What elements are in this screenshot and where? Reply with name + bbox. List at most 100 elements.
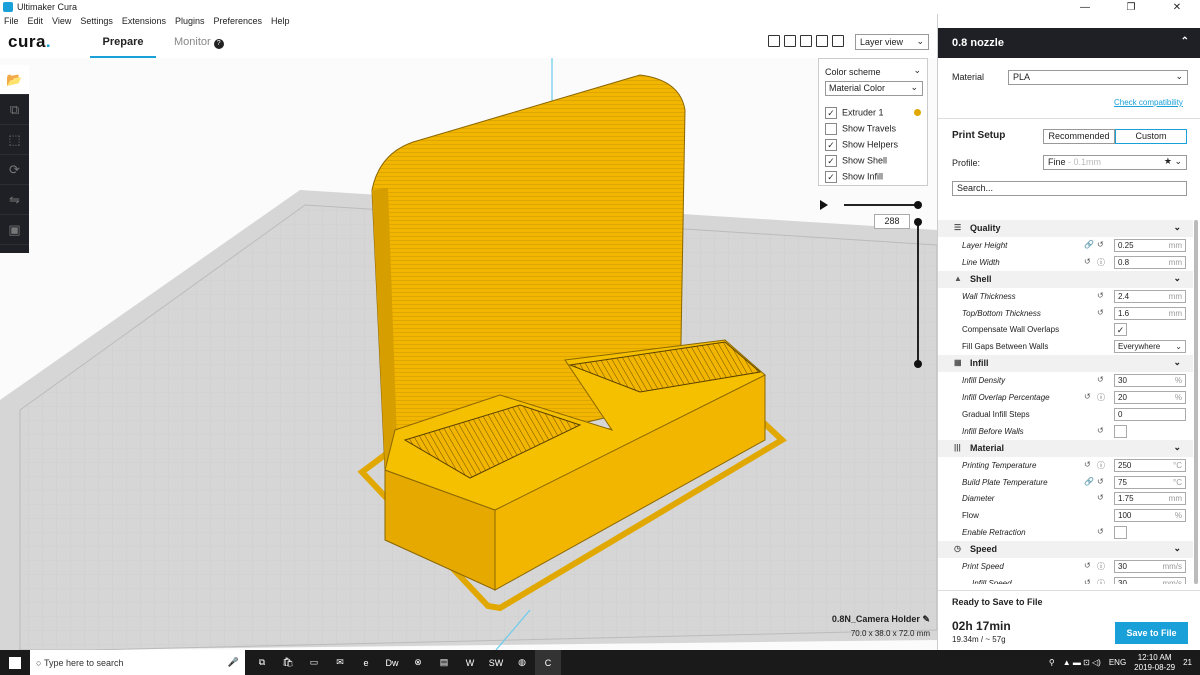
notification-icon[interactable]: 21 [1183,658,1192,667]
folder-icon[interactable]: ▤ [431,650,457,675]
setting-input[interactable]: 250 °C [1114,458,1186,472]
link-icon[interactable]: 🔗 [1084,477,1094,486]
setting-input[interactable]: 0.8 mm [1114,255,1186,269]
reset-icon[interactable]: ↺ [1084,561,1091,570]
setting-category-shell[interactable]: ▲ Shell ⌄ [938,270,1193,288]
checkbox[interactable] [825,123,837,135]
tray-icons[interactable]: ▲ ▬ ⊡ ◁) [1063,658,1101,667]
reset-icon[interactable]: ↺ [1097,426,1104,435]
layer-slider-bottom-handle[interactable] [914,360,922,368]
solidworks-icon[interactable]: SW [483,650,509,675]
setting-select[interactable]: Everywhere ⌄ [1114,340,1186,354]
close-button[interactable]: ✕ [1154,2,1200,13]
color-scheme-select[interactable]: Material Color ⌄ [825,81,923,96]
checkbox[interactable]: ✓ [825,139,837,151]
material-select[interactable]: PLA ⌄ [1008,70,1188,85]
reset-icon[interactable]: ↺ [1097,375,1104,384]
minimize-button[interactable]: — [1062,2,1108,13]
checkbox[interactable]: ✓ [825,155,837,167]
extruder-1-toggle[interactable]: ✓ Extruder 1 [825,107,884,119]
info-icon[interactable]: ⓘ [1097,257,1105,268]
reset-icon[interactable]: ↺ [1097,493,1104,502]
setting-category-material[interactable]: ||| Material ⌄ [938,439,1193,457]
info-icon[interactable]: ⓘ [1097,392,1105,403]
menu-settings[interactable]: Settings [80,16,113,26]
setting-checkbox[interactable]: ✓ [1114,323,1127,337]
layer-slider-track[interactable] [917,222,919,364]
show-travels-toggle[interactable]: Show Travels [825,123,896,135]
xbox-icon[interactable]: ⊗ [405,650,431,675]
profile-select[interactable]: Fine - 0.1mm ★ ⌄ [1043,155,1187,170]
info-icon[interactable]: ⓘ [1097,460,1105,471]
view-3d-icon[interactable] [768,35,780,47]
collapse-icon[interactable]: ⌄ [913,65,921,76]
check-compatibility-link[interactable]: Check compatibility [1114,98,1183,107]
word-icon[interactable]: W [457,650,483,675]
menu-edit[interactable]: Edit [28,16,44,26]
show-shell-toggle[interactable]: ✓ Show Shell [825,155,887,167]
setting-input[interactable]: 75 °C [1114,475,1186,489]
view-front-icon[interactable] [784,35,796,47]
reset-icon[interactable]: ↺ [1084,392,1091,401]
microphone-icon[interactable]: 🎤 [228,657,239,668]
checkbox[interactable]: ✓ [825,171,837,183]
view-right-icon[interactable] [832,35,844,47]
mail-icon[interactable]: ✉ [327,650,353,675]
show-helpers-toggle[interactable]: ✓ Show Helpers [825,139,898,151]
reset-icon[interactable]: ↺ [1097,291,1104,300]
setting-checkbox[interactable] [1114,424,1127,438]
reset-icon[interactable]: ↺ [1097,240,1104,249]
tab-prepare[interactable]: Prepare [90,36,156,58]
edit-icon[interactable]: ✎ [922,614,930,624]
support-blocker-icon[interactable]: ▣ [0,215,29,245]
current-layer-input[interactable]: 288 [874,214,910,229]
setting-category-speed[interactable]: ◷ Speed ⌄ [938,541,1193,559]
setting-input[interactable]: 0.25 mm [1114,238,1186,252]
menu-extensions[interactable]: Extensions [122,16,166,26]
path-slider-track[interactable] [844,204,918,206]
settings-scrollbar[interactable] [1194,220,1198,584]
windows-start-icon[interactable] [0,650,30,675]
path-slider-handle[interactable] [914,201,922,209]
reset-icon[interactable]: ↺ [1084,460,1091,469]
menu-preferences[interactable]: Preferences [213,16,262,26]
setting-category-quality[interactable]: ☰ Quality ⌄ [938,220,1193,237]
checkbox[interactable]: ✓ [825,107,837,119]
custom-button[interactable]: Custom [1115,129,1187,144]
store-icon[interactable]: 🛍 [275,650,301,675]
cura-taskbar-icon[interactable]: C [535,650,561,675]
tab-monitor[interactable]: Monitor ? [174,36,224,58]
show-infill-toggle[interactable]: ✓ Show Infill [825,171,883,183]
link-icon[interactable]: 🔗 [1084,240,1094,249]
save-to-file-button[interactable]: Save to File [1115,622,1188,644]
reset-icon[interactable]: ↺ [1097,308,1104,317]
scale-tool-icon[interactable]: ⬚ [0,125,29,155]
open-file-icon[interactable]: 📂 [0,65,29,95]
layer-slider-top-handle[interactable] [914,218,922,226]
reset-icon[interactable]: ↺ [1097,527,1104,536]
reset-icon[interactable]: ↺ [1084,578,1091,584]
recommended-button[interactable]: Recommended [1043,129,1115,144]
nozzle-header[interactable]: 0.8 nozzle ⌃ [938,28,1200,58]
3d-viewport[interactable] [0,58,937,650]
menu-view[interactable]: View [52,16,71,26]
setting-input[interactable]: 30% [1114,374,1186,388]
people-icon[interactable]: ⚲ [1049,658,1055,667]
view-top-icon[interactable] [800,35,812,47]
dreamweaver-icon[interactable]: Dw [379,650,405,675]
menu-file[interactable]: File [4,16,19,26]
edge-icon[interactable]: e [353,650,379,675]
setting-input[interactable]: 30 mm/s [1114,560,1186,573]
info-icon[interactable]: ⓘ [1097,578,1105,584]
info-icon[interactable]: ⓘ [1097,561,1105,572]
setting-input[interactable]: 20% [1114,391,1186,404]
setting-input[interactable]: 0 [1114,407,1186,421]
setting-input[interactable]: 2.4 mm [1114,289,1186,303]
menu-help[interactable]: Help [271,16,290,26]
play-icon[interactable] [820,200,828,210]
setting-input[interactable]: 1.6 mm [1114,306,1186,320]
maximize-button[interactable]: ❐ [1108,2,1154,13]
scrollbar-thumb[interactable] [1194,220,1198,584]
mirror-tool-icon[interactable]: ⇋ [0,185,29,215]
view-mode-select[interactable]: Layer view ⌄ [855,34,929,50]
